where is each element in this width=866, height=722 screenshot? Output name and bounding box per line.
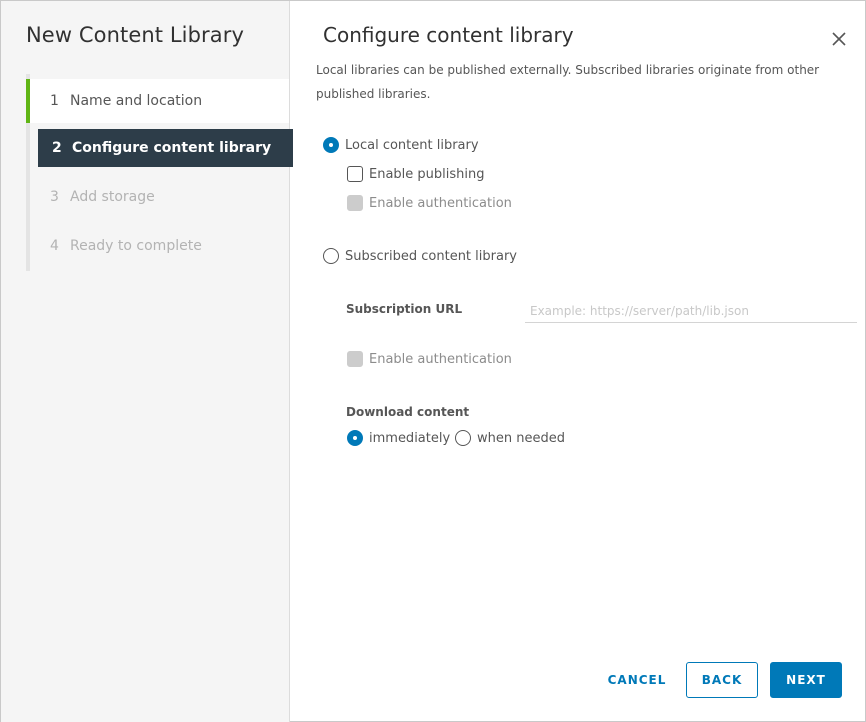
- radio-label: immediately: [369, 430, 451, 446]
- checkbox-icon: [347, 166, 363, 182]
- local-content-library-radio[interactable]: Local content library: [323, 137, 479, 153]
- intro-text: Local libraries can be published externa…: [316, 63, 820, 101]
- checkbox-disabled-icon: [347, 195, 363, 211]
- radio-label: Subscribed content library: [345, 248, 517, 264]
- checkbox-label: Enable authentication: [369, 351, 512, 367]
- wizard-nav: New Content Library 1 Name and location …: [1, 1, 293, 722]
- step-label: Name and location: [70, 93, 203, 109]
- step-add-storage: 3 Add storage: [30, 178, 289, 216]
- radio-icon: [455, 430, 471, 446]
- radio-icon: [323, 248, 339, 264]
- step-label: Ready to complete: [70, 238, 202, 254]
- download-immediately-radio[interactable]: immediately: [347, 430, 450, 446]
- subscribed-content-library-radio[interactable]: Subscribed content library: [323, 248, 517, 264]
- step-ready-to-complete: 4 Ready to complete: [30, 227, 289, 265]
- back-button[interactable]: BACK: [686, 662, 758, 698]
- step-number: 3: [50, 189, 59, 205]
- radio-label: when needed: [477, 430, 565, 446]
- radio-label: Local content library: [345, 137, 479, 153]
- radio-selected-icon: [323, 137, 339, 153]
- checkbox-label: Enable authentication: [369, 195, 512, 211]
- cancel-button[interactable]: CANCEL: [597, 662, 677, 698]
- close-icon: [832, 32, 846, 46]
- checkbox-label: Enable publishing: [369, 166, 485, 182]
- step-configure-content-library[interactable]: 2 Configure content library: [38, 129, 293, 167]
- download-content-label: Download content: [346, 405, 470, 419]
- subscription-url-label: Subscription URL: [346, 302, 463, 316]
- enable-publishing-checkbox[interactable]: Enable publishing: [347, 166, 485, 182]
- new-content-library-dialog: New Content Library 1 Name and location …: [0, 0, 866, 722]
- wizard-title: New Content Library: [26, 23, 245, 47]
- subscription-url-input[interactable]: [525, 299, 857, 323]
- download-when-needed-radio[interactable]: when needed: [455, 430, 565, 446]
- page-title: Configure content library: [323, 23, 574, 47]
- step-number: 1: [50, 93, 59, 109]
- checkbox-disabled-icon: [347, 351, 363, 367]
- subscribed-enable-authentication-checkbox: Enable authentication: [347, 351, 512, 367]
- close-button[interactable]: [829, 29, 849, 49]
- wizard-steps: 1 Name and location 2 Configure content …: [26, 74, 293, 271]
- local-enable-authentication-checkbox: Enable authentication: [347, 195, 512, 211]
- step-name-and-location[interactable]: 1 Name and location: [26, 79, 289, 123]
- radio-selected-icon: [347, 430, 363, 446]
- step-number: 2: [52, 140, 62, 156]
- step-label: Add storage: [70, 189, 155, 205]
- step-label: Configure content library: [72, 140, 272, 156]
- step-number: 4: [50, 238, 59, 254]
- next-button[interactable]: NEXT: [770, 662, 842, 698]
